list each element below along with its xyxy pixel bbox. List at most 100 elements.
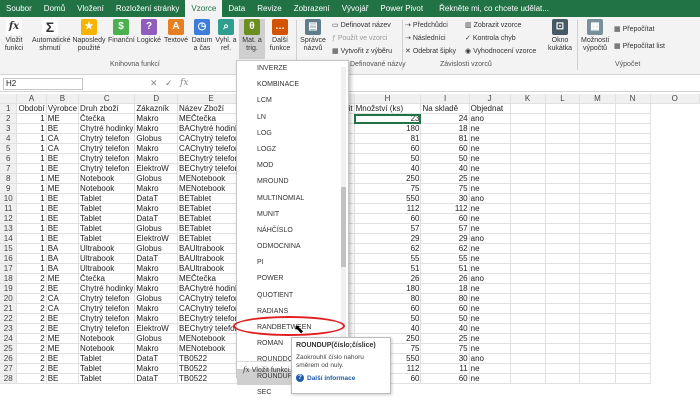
cell[interactable] bbox=[579, 323, 616, 335]
cell[interactable]: 1 bbox=[16, 163, 47, 175]
cell[interactable]: ne bbox=[469, 283, 511, 295]
row-header[interactable]: 16 bbox=[0, 253, 18, 265]
cell[interactable] bbox=[579, 283, 616, 295]
cell[interactable]: Chytrý telefon bbox=[78, 323, 136, 335]
cell[interactable]: TB0522 bbox=[177, 363, 246, 375]
cell[interactable]: BETablet bbox=[177, 233, 246, 245]
cell[interactable] bbox=[510, 343, 546, 355]
cell[interactable]: ano bbox=[469, 273, 511, 285]
cell[interactable]: BE bbox=[46, 203, 80, 215]
cell[interactable] bbox=[615, 353, 651, 365]
cell[interactable]: 1 bbox=[16, 253, 47, 265]
cell[interactable]: Název Zboží bbox=[177, 103, 246, 115]
cell[interactable]: 30 bbox=[420, 353, 470, 365]
cell[interactable]: 2 bbox=[16, 323, 47, 335]
cell[interactable]: Druh zboží bbox=[78, 103, 136, 115]
evaluate-formula-button[interactable]: ◉ Vyhodnocení vzorce bbox=[465, 47, 536, 57]
trace-precedents-button[interactable]: ⇢ Předchůdci bbox=[405, 21, 448, 31]
cell[interactable] bbox=[579, 143, 616, 155]
cell[interactable]: ElektroW bbox=[134, 233, 179, 245]
cell[interactable]: ne bbox=[469, 303, 511, 315]
recent-button[interactable]: ★ Naposledy použité bbox=[72, 19, 106, 53]
cell[interactable]: 40 bbox=[354, 163, 422, 175]
cell[interactable]: Ultrabook bbox=[78, 253, 136, 265]
cell[interactable] bbox=[579, 133, 616, 145]
cell[interactable]: 1 bbox=[16, 223, 47, 235]
cell[interactable]: ne bbox=[469, 373, 511, 385]
cell[interactable] bbox=[579, 353, 616, 365]
cell[interactable]: Globus bbox=[134, 133, 179, 145]
cell[interactable]: BAChytré hodinky bbox=[177, 123, 246, 135]
cell[interactable]: 2 bbox=[16, 303, 47, 315]
name-box[interactable]: H2 bbox=[3, 78, 83, 90]
cell[interactable] bbox=[510, 283, 546, 295]
cell[interactable] bbox=[510, 243, 546, 255]
cell[interactable]: Globus bbox=[134, 173, 179, 185]
row-header[interactable]: 13 bbox=[0, 223, 18, 235]
cell[interactable] bbox=[615, 333, 651, 345]
cell[interactable]: 2 bbox=[16, 373, 47, 385]
column-header[interactable]: N bbox=[615, 94, 651, 105]
function-menu-item[interactable]: ODMOCNINA bbox=[237, 239, 348, 255]
cell[interactable] bbox=[510, 273, 546, 285]
cell[interactable]: BE bbox=[46, 323, 80, 335]
cell[interactable] bbox=[579, 113, 616, 125]
dropdown-scroll-thumb[interactable] bbox=[341, 187, 346, 267]
tab-1[interactable]: Domů bbox=[38, 0, 71, 17]
cell[interactable]: Chytrý telefon bbox=[78, 293, 136, 305]
cell[interactable]: Makro bbox=[134, 363, 179, 375]
cell[interactable] bbox=[579, 273, 616, 285]
cell[interactable]: 60 bbox=[420, 143, 470, 155]
cell[interactable] bbox=[545, 313, 581, 325]
cell[interactable] bbox=[545, 253, 581, 265]
autosum-button[interactable]: Σ Automatické shrnutí bbox=[32, 19, 71, 53]
mathtrig-button[interactable]: θ Mat. a trig. bbox=[239, 19, 265, 59]
cell[interactable] bbox=[579, 173, 616, 185]
cell[interactable]: ano bbox=[469, 193, 511, 205]
cell[interactable] bbox=[615, 323, 651, 335]
cell[interactable]: 60 bbox=[420, 303, 470, 315]
cell[interactable]: ne bbox=[469, 333, 511, 345]
cell[interactable] bbox=[545, 223, 581, 235]
cell[interactable]: Tablet bbox=[78, 193, 136, 205]
function-menu-item[interactable]: LOG bbox=[237, 126, 348, 142]
cell[interactable]: Období bbox=[16, 103, 47, 115]
row-header[interactable]: 28 bbox=[0, 373, 18, 385]
row-header[interactable]: 17 bbox=[0, 263, 18, 275]
cell[interactable] bbox=[510, 253, 546, 265]
cell[interactable]: BEChytrý telefon bbox=[177, 163, 246, 175]
row-header[interactable]: 18 bbox=[0, 273, 18, 285]
cell[interactable]: MENotebook bbox=[177, 343, 246, 355]
datetime-button[interactable]: ◷ Datum a čas bbox=[190, 19, 214, 53]
cell[interactable] bbox=[579, 363, 616, 375]
cell[interactable]: TB0522 bbox=[177, 373, 246, 385]
cell[interactable] bbox=[545, 173, 581, 185]
cell[interactable] bbox=[510, 313, 546, 325]
row-header[interactable]: 5 bbox=[0, 143, 18, 155]
tab-0[interactable]: Soubor bbox=[0, 0, 38, 17]
cell[interactable]: 75 bbox=[420, 183, 470, 195]
cell[interactable]: CA bbox=[46, 133, 80, 145]
cell[interactable] bbox=[545, 353, 581, 365]
row-header[interactable]: 27 bbox=[0, 363, 18, 375]
cell[interactable]: 57 bbox=[420, 223, 470, 235]
cell[interactable]: BE bbox=[46, 193, 80, 205]
fx-icon[interactable]: fx bbox=[180, 78, 188, 88]
cell[interactable]: 60 bbox=[354, 143, 422, 155]
cell[interactable] bbox=[545, 283, 581, 295]
function-menu-item[interactable]: MULTINOMIAL bbox=[237, 191, 348, 207]
cell[interactable]: ne bbox=[469, 223, 511, 235]
row-header[interactable]: 23 bbox=[0, 323, 18, 335]
cell[interactable]: Chytrý telefon bbox=[78, 313, 136, 325]
cell[interactable]: DataT bbox=[134, 373, 179, 385]
function-menu-item[interactable]: PI bbox=[237, 255, 348, 271]
cell[interactable] bbox=[615, 153, 651, 165]
cell[interactable]: 24 bbox=[420, 113, 470, 125]
cell[interactable]: BE bbox=[46, 233, 80, 245]
cell[interactable]: BETablet bbox=[177, 203, 246, 215]
trace-dependents-button[interactable]: ⇢ Následníci bbox=[405, 34, 446, 44]
cell[interactable] bbox=[510, 293, 546, 305]
cell[interactable] bbox=[510, 203, 546, 215]
cell[interactable]: 25 bbox=[420, 173, 470, 185]
cell[interactable]: ne bbox=[469, 123, 511, 135]
